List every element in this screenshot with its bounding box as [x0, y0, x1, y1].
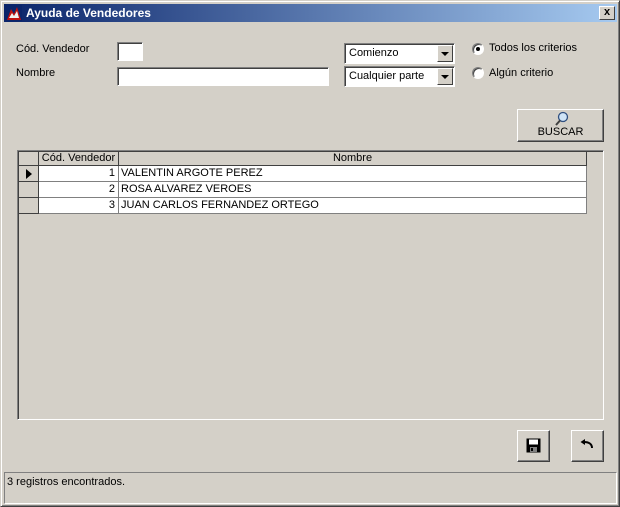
buscar-button[interactable]: BUSCAR [517, 109, 604, 142]
radio-any-criteria[interactable] [472, 67, 484, 79]
row-selector[interactable] [19, 198, 39, 214]
cod-vendedor-label: Cód. Vendedor [16, 43, 90, 55]
row-selector[interactable] [19, 182, 39, 198]
cell-cod[interactable]: 3 [39, 198, 119, 214]
title-bar[interactable]: Ayuda de Vendedores x [4, 4, 617, 22]
match-position-value: Comienzo [349, 47, 399, 59]
column-header-nombre[interactable]: Nombre [119, 152, 587, 166]
cod-vendedor-input[interactable] [117, 42, 143, 61]
cell-nombre[interactable]: ROSA ALVAREZ VEROES [119, 182, 587, 198]
floppy-disk-icon [526, 438, 541, 453]
save-button[interactable] [517, 430, 550, 462]
cell-nombre[interactable]: VALENTIN ARGOTE PEREZ [119, 166, 587, 182]
window-title: Ayuda de Vendedores [26, 6, 151, 20]
cell-cod[interactable]: 1 [39, 166, 119, 182]
radio-any-criteria-label[interactable]: Algún criterio [489, 67, 553, 79]
grid-corner [19, 152, 39, 166]
radio-all-criteria[interactable] [472, 43, 484, 55]
dialog-window: Ayuda de Vendedores x Cód. Vendedor Nomb… [0, 0, 620, 507]
vendedores-grid[interactable]: Cód. Vendedor Nombre 1 VALENTIN ARGOTE P… [17, 150, 604, 420]
table-row[interactable]: 1 VALENTIN ARGOTE PEREZ [19, 166, 587, 182]
buscar-label: BUSCAR [537, 126, 584, 138]
status-text: 3 registros encontrados. [7, 476, 126, 488]
chevron-down-icon[interactable] [437, 45, 453, 62]
close-icon: x [603, 6, 611, 18]
close-button[interactable]: x [599, 6, 615, 20]
match-scope-value: Cualquier parte [349, 70, 425, 82]
table-row[interactable]: 3 JUAN CARLOS FERNANDEZ ORTEGO [19, 198, 587, 214]
nombre-input[interactable] [117, 67, 329, 86]
match-position-select[interactable]: Comienzo [344, 43, 455, 64]
magnifier-icon [555, 111, 569, 126]
undo-arrow-icon [580, 439, 593, 449]
cell-cod[interactable]: 2 [39, 182, 119, 198]
row-pointer-icon [26, 169, 32, 179]
table-row[interactable]: 2 ROSA ALVAREZ VEROES [19, 182, 587, 198]
match-scope-select[interactable]: Cualquier parte [344, 66, 455, 87]
nombre-label: Nombre [16, 67, 56, 79]
column-header-cod[interactable]: Cód. Vendedor [39, 152, 119, 166]
chevron-down-icon[interactable] [437, 68, 453, 85]
status-bar: 3 registros encontrados. [4, 472, 617, 504]
cell-nombre[interactable]: JUAN CARLOS FERNANDEZ ORTEGO [119, 198, 587, 214]
radio-all-criteria-label[interactable]: Todos los criterios [489, 42, 577, 54]
undo-button[interactable] [571, 430, 604, 462]
row-selector[interactable] [19, 166, 39, 182]
app-icon [6, 5, 22, 21]
